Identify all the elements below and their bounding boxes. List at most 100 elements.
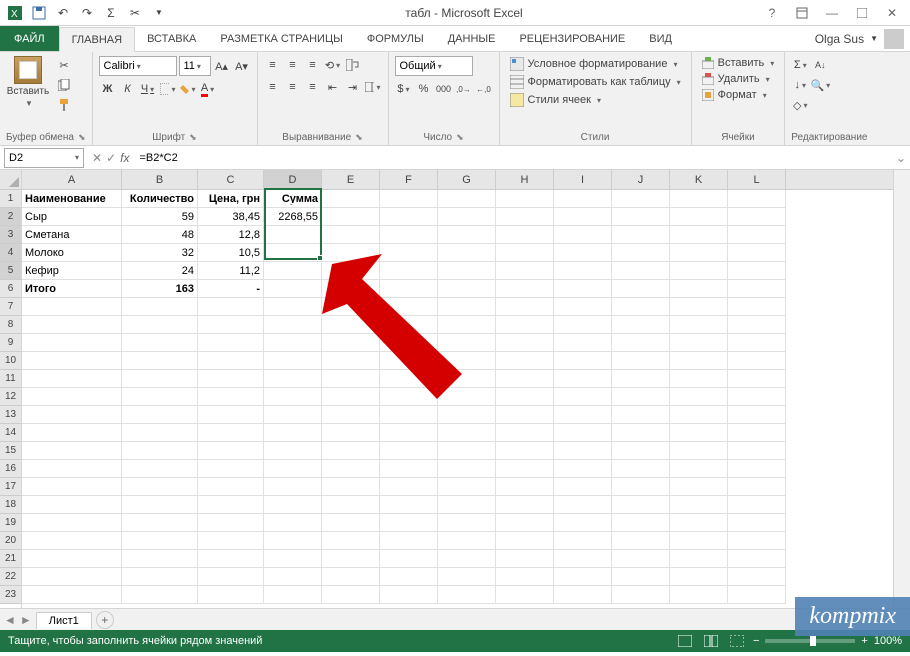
cell[interactable] [554, 262, 612, 280]
cell[interactable] [264, 424, 322, 442]
cell[interactable] [322, 316, 380, 334]
expand-formula-icon[interactable]: ⌄ [892, 151, 910, 165]
row-header[interactable]: 3 [0, 226, 21, 244]
cell[interactable] [380, 262, 438, 280]
cell[interactable] [380, 514, 438, 532]
cell[interactable] [612, 586, 670, 604]
cell[interactable] [612, 514, 670, 532]
cell[interactable] [612, 208, 670, 226]
cell[interactable] [496, 208, 554, 226]
autosum-button[interactable]: Σ▾ [791, 56, 809, 74]
zoom-out-button[interactable]: − [753, 635, 759, 647]
cell[interactable] [728, 424, 786, 442]
cell[interactable] [264, 586, 322, 604]
cell[interactable] [322, 568, 380, 586]
cell[interactable] [496, 280, 554, 298]
cell[interactable] [554, 550, 612, 568]
cell[interactable] [438, 244, 496, 262]
align-top-icon[interactable]: ≡ [264, 56, 282, 74]
cell[interactable] [198, 334, 264, 352]
tab-pagelayout[interactable]: РАЗМЕТКА СТРАНИЦЫ [208, 26, 354, 51]
align-bottom-icon[interactable]: ≡ [304, 56, 322, 74]
cell[interactable] [22, 352, 122, 370]
cell[interactable] [728, 550, 786, 568]
cell[interactable] [612, 406, 670, 424]
cell[interactable] [380, 586, 438, 604]
cell[interactable] [380, 568, 438, 586]
column-header[interactable]: A [22, 170, 122, 189]
cell-styles-button[interactable]: Стили ячеек▾ [506, 92, 606, 108]
copy-icon[interactable] [54, 76, 74, 94]
cell[interactable] [22, 550, 122, 568]
view-pagelayout-icon[interactable] [701, 633, 721, 649]
cell[interactable] [264, 406, 322, 424]
cell[interactable] [380, 478, 438, 496]
cell[interactable] [122, 586, 198, 604]
cell[interactable] [264, 316, 322, 334]
cell[interactable] [264, 262, 322, 280]
cell[interactable] [438, 226, 496, 244]
qat-dropdown-icon[interactable]: ▼ [148, 2, 170, 24]
column-header[interactable]: I [554, 170, 612, 189]
row-header[interactable]: 13 [0, 406, 21, 424]
cell[interactable] [496, 244, 554, 262]
cell[interactable] [122, 532, 198, 550]
row-header[interactable]: 20 [0, 532, 21, 550]
cell[interactable] [438, 550, 496, 568]
cell[interactable] [554, 442, 612, 460]
cell[interactable]: 38,45 [198, 208, 264, 226]
increase-decimal-icon[interactable]: ,0→ [455, 80, 473, 98]
cell[interactable] [670, 244, 728, 262]
cell[interactable] [380, 190, 438, 208]
cell[interactable] [728, 496, 786, 514]
cell[interactable] [612, 316, 670, 334]
cell[interactable] [670, 496, 728, 514]
cell[interactable] [670, 208, 728, 226]
cell[interactable] [496, 478, 554, 496]
cell[interactable] [554, 586, 612, 604]
cell[interactable] [198, 568, 264, 586]
cell[interactable] [264, 460, 322, 478]
cell[interactable] [380, 244, 438, 262]
undo-icon[interactable]: ↶ [52, 2, 74, 24]
cell[interactable] [264, 550, 322, 568]
cell[interactable] [670, 514, 728, 532]
cell[interactable] [670, 262, 728, 280]
cell[interactable] [322, 298, 380, 316]
cell[interactable] [438, 280, 496, 298]
cell[interactable] [728, 352, 786, 370]
cell[interactable] [322, 388, 380, 406]
cell[interactable] [670, 568, 728, 586]
cut-icon[interactable]: ✂ [54, 56, 74, 74]
cell[interactable] [612, 370, 670, 388]
cell[interactable] [554, 280, 612, 298]
fill-icon[interactable]: ↓▾ [791, 76, 809, 94]
delete-cells-button[interactable]: Удалить▾ [698, 72, 774, 86]
cell[interactable]: 2268,55 [264, 208, 322, 226]
cell[interactable] [670, 226, 728, 244]
cell[interactable] [122, 568, 198, 586]
cell[interactable] [670, 352, 728, 370]
tab-review[interactable]: РЕЦЕНЗИРОВАНИЕ [507, 26, 637, 51]
align-left-icon[interactable]: ≡ [264, 78, 282, 96]
cell[interactable] [264, 280, 322, 298]
cell[interactable] [322, 478, 380, 496]
add-sheet-button[interactable]: + [96, 611, 114, 629]
cell[interactable] [670, 550, 728, 568]
cancel-formula-icon[interactable]: ✕ [92, 151, 102, 165]
row-header[interactable]: 8 [0, 316, 21, 334]
cell[interactable] [670, 424, 728, 442]
cell[interactable] [198, 406, 264, 424]
maximize-icon[interactable] [848, 2, 876, 24]
cell[interactable] [122, 370, 198, 388]
column-header[interactable]: D [264, 170, 322, 189]
cell[interactable] [122, 514, 198, 532]
cell[interactable] [264, 244, 322, 262]
cell[interactable] [438, 298, 496, 316]
number-format-select[interactable]: Общий▾ [395, 56, 473, 76]
cell[interactable] [380, 532, 438, 550]
row-header[interactable]: 15 [0, 442, 21, 460]
cell[interactable] [122, 478, 198, 496]
cell[interactable] [554, 208, 612, 226]
cell[interactable] [22, 334, 122, 352]
